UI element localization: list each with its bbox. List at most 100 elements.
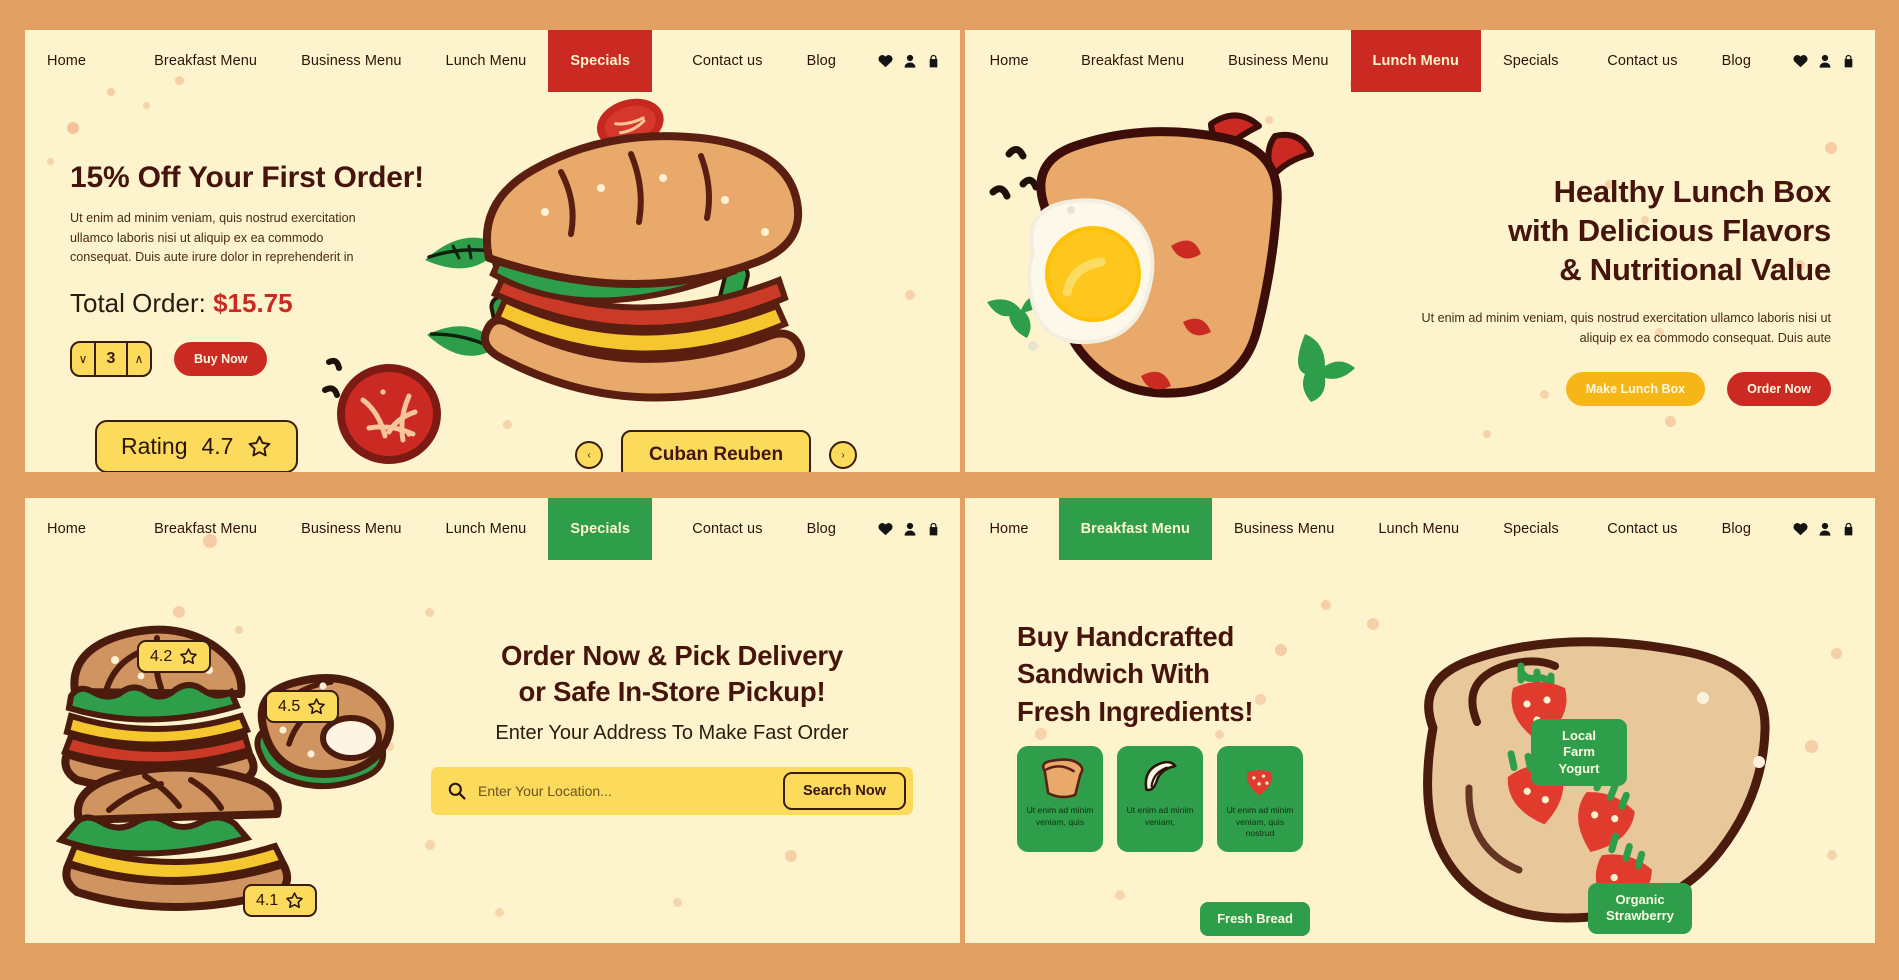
quantity-stepper[interactable]: ∨ 3 ∧: [70, 340, 152, 377]
nav-item-breakfast-menu[interactable]: Breakfast Menu: [132, 30, 279, 92]
nav-item-home[interactable]: Home: [967, 498, 1050, 560]
nav-icon-group: [858, 498, 960, 560]
rating-badge-bagel: 4.5: [265, 690, 340, 723]
nav-label: Lunch Menu: [445, 53, 527, 69]
carousel-next-button[interactable]: ›: [829, 441, 858, 469]
user-icon[interactable]: [1819, 522, 1831, 536]
carousel-prev-button[interactable]: ‹: [575, 441, 603, 469]
nav-label: Specials: [570, 53, 630, 69]
product-name-chip: Cuban Reuben: [621, 430, 812, 472]
make-lunch-box-button[interactable]: Make Lunch Box: [1565, 372, 1706, 407]
nav-item-blog[interactable]: Blog: [785, 498, 858, 560]
nav-item-business-menu[interactable]: Business Menu: [1206, 30, 1350, 92]
bag-icon[interactable]: [1842, 54, 1855, 68]
nav-item-blog[interactable]: Blog: [785, 30, 858, 92]
rating-label: Rating: [121, 433, 188, 459]
nav-label: Contact us: [692, 53, 763, 69]
total-order: Total Order: $15.75: [70, 288, 470, 319]
panel-bottom-right: Home Breakfast Menu Business Menu Lunch …: [965, 498, 1875, 943]
nav-item-contact-us[interactable]: Contact us: [1585, 30, 1699, 92]
user-icon[interactable]: [904, 522, 916, 536]
heart-icon[interactable]: [878, 522, 893, 536]
heart-icon[interactable]: [1793, 54, 1808, 68]
nav-label: Business Menu: [1233, 521, 1335, 537]
rating-badge-grilled-sandwich: 4.1: [243, 884, 318, 917]
rating-badge: Rating 4.7: [95, 420, 299, 472]
nav-label: Contact us: [1607, 521, 1678, 537]
bread-slice-icon: [1042, 758, 1084, 799]
navbar-top-left: Home Breakfast Menu Business Menu Lunch …: [25, 30, 960, 92]
nav-label: Home: [989, 521, 1029, 537]
total-value: $15.75: [213, 287, 293, 318]
stepper-increment[interactable]: ∧: [128, 352, 150, 366]
rating-value: 4.1: [256, 891, 279, 909]
nav-item-blog[interactable]: Blog: [1700, 498, 1773, 560]
buy-now-button[interactable]: Buy Now: [174, 341, 268, 376]
nav-item-lunch-menu[interactable]: Lunch Menu: [424, 30, 549, 92]
user-icon[interactable]: [904, 54, 916, 68]
nav-label: Business Menu: [1228, 53, 1329, 69]
title-line-2: with Delicious Flavors: [1508, 213, 1831, 249]
bag-icon[interactable]: [927, 54, 940, 68]
search-now-button[interactable]: Search Now: [783, 771, 906, 810]
nav-label: Lunch Menu: [1372, 53, 1459, 69]
nav-item-home[interactable]: Home: [25, 498, 108, 560]
bag-icon[interactable]: [1842, 522, 1855, 536]
feature-card-text: Ut enim ad minim veniam, quis: [1026, 805, 1094, 827]
nav-item-business-menu[interactable]: Business Menu: [279, 30, 423, 92]
nav-item-contact-us[interactable]: Contact us: [670, 30, 784, 92]
star-icon: [180, 648, 198, 665]
user-icon[interactable]: [1819, 54, 1831, 68]
nav-item-specials[interactable]: Specials: [548, 30, 652, 92]
nav-item-contact-us[interactable]: Contact us: [670, 498, 784, 560]
rating-value: 4.5: [278, 697, 301, 715]
nav-item-specials[interactable]: Specials: [1481, 30, 1581, 92]
total-label: Total Order:: [70, 287, 206, 318]
nav-item-breakfast-menu[interactable]: Breakfast Menu: [132, 498, 279, 560]
title-line-2: Sandwich With: [1017, 658, 1210, 690]
egg-toast-illustration: [987, 112, 1355, 402]
nav-item-home[interactable]: Home: [968, 30, 1051, 92]
order-now-button[interactable]: Order Now: [1727, 372, 1831, 407]
nav-item-blog[interactable]: Blog: [1700, 30, 1773, 92]
feature-card-text: Ut enim ad minim veniam,: [1126, 805, 1194, 827]
nav-item-lunch-menu[interactable]: Lunch Menu: [1350, 30, 1481, 92]
nav-item-specials[interactable]: Specials: [548, 498, 652, 560]
search-input[interactable]: [466, 782, 783, 799]
nav-item-business-menu[interactable]: Business Menu: [1212, 498, 1356, 560]
rating-value: 4.7: [201, 433, 234, 459]
nav-icon-group: [1773, 498, 1875, 560]
page-title: 15% Off Your First Order!: [70, 161, 424, 194]
bag-icon[interactable]: [927, 522, 940, 536]
banana-icon: [1144, 760, 1177, 792]
subheading: Enter Your Address To Make Fast Order: [495, 721, 849, 744]
nav-label: Home: [47, 521, 87, 537]
nav-label: Contact us: [1607, 53, 1678, 69]
nav-item-lunch-menu[interactable]: Lunch Menu: [1356, 498, 1481, 560]
nav-label: Breakfast Menu: [154, 53, 258, 69]
feature-card-bread[interactable]: Ut enim ad minim veniam, quis: [1017, 746, 1103, 852]
star-icon: [249, 435, 271, 457]
poster-sheet: Home Breakfast Menu Business Menu Lunch …: [0, 0, 1899, 980]
strawberry-icon: [1246, 760, 1273, 796]
nav-label: Lunch Menu: [445, 521, 527, 537]
nav-item-business-menu[interactable]: Business Menu: [279, 498, 423, 560]
nav-item-home[interactable]: Home: [25, 30, 108, 92]
star-icon: [286, 892, 304, 909]
heart-icon[interactable]: [878, 54, 893, 68]
heart-icon[interactable]: [1793, 522, 1808, 536]
tag-fresh-bread: Fresh Bread: [1200, 902, 1310, 937]
location-search-bar[interactable]: Search Now: [431, 766, 913, 815]
feature-card-strawberry[interactable]: Ut enim ad minim veniam, quis nostrud: [1217, 746, 1303, 852]
nav-item-breakfast-menu[interactable]: Breakfast Menu: [1058, 498, 1212, 560]
nav-label: Breakfast Menu: [1081, 53, 1185, 69]
nav-item-lunch-menu[interactable]: Lunch Menu: [424, 498, 549, 560]
nav-label: Business Menu: [301, 521, 402, 537]
stepper-decrement[interactable]: ∨: [72, 352, 94, 366]
title-line-1: Healthy Lunch Box: [1553, 174, 1832, 209]
nav-item-breakfast-menu[interactable]: Breakfast Menu: [1059, 30, 1206, 92]
nav-item-contact-us[interactable]: Contact us: [1585, 498, 1699, 560]
feature-card-banana[interactable]: Ut enim ad minim veniam,: [1117, 746, 1203, 852]
nav-item-specials[interactable]: Specials: [1481, 498, 1581, 560]
navbar-top-right: Home Breakfast Menu Business Menu Lunch …: [965, 30, 1875, 92]
